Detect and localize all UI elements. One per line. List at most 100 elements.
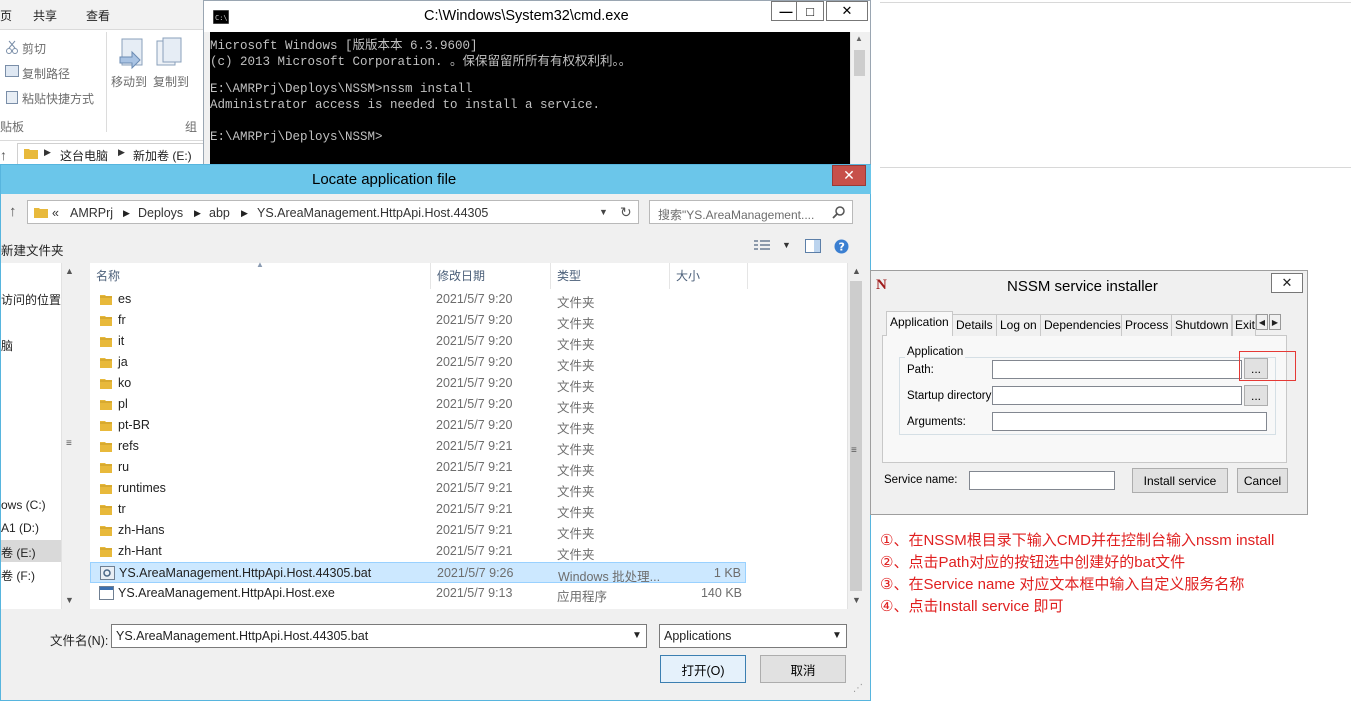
breadcrumb-item[interactable]: YS.AreaManagement.HttpApi.Host.44305 (257, 206, 488, 220)
install-service-button[interactable]: Install service (1132, 468, 1228, 493)
nssm-close-button[interactable]: ✕ (1271, 273, 1303, 293)
refresh-icon[interactable]: ↻ (620, 204, 632, 221)
up-arrow-icon[interactable]: ↑ (0, 147, 7, 163)
close-icon: ✕ (1281, 275, 1293, 290)
close-button[interactable]: ✕ (826, 1, 868, 21)
ribbon-tab-share[interactable]: 共享 (33, 7, 57, 24)
chevron-down-icon[interactable]: ▼ (782, 240, 791, 250)
startup-directory-input[interactable] (992, 386, 1242, 405)
tab-scroll-left-icon[interactable]: ◀ (1256, 314, 1268, 330)
file-row[interactable]: ja 2021/5/7 9:20 文件夹 (90, 352, 746, 373)
nav-item[interactable]: 卷 (F:) (1, 567, 35, 584)
breadcrumb-item[interactable]: Deploys (138, 206, 183, 220)
copy-path-command[interactable]: 复制路径 (22, 65, 70, 82)
file-date: 2021/5/7 9:20 (436, 355, 513, 369)
file-row[interactable]: ru 2021/5/7 9:21 文件夹 (90, 457, 746, 478)
nssm-cancel-button[interactable]: Cancel (1237, 468, 1288, 493)
breadcrumb-item[interactable]: abp (209, 206, 230, 220)
cut-command[interactable]: 剪切 (22, 40, 46, 57)
scroll-grip-icon[interactable]: ≡ (66, 438, 72, 449)
nav-scrollbar[interactable]: ▲ ≡ ▼ (61, 263, 76, 609)
open-button[interactable]: 打开(O) (660, 655, 746, 683)
nav-item-selected[interactable]: 卷 (E:) (1, 540, 61, 562)
file-row[interactable]: runtimes 2021/5/7 9:21 文件夹 (90, 478, 746, 499)
breadcrumb-this-pc[interactable]: 这台电脑 (60, 147, 108, 164)
file-row[interactable]: it 2021/5/7 9:20 文件夹 (90, 331, 746, 352)
breadcrumb-item[interactable]: AMRPrj (70, 206, 113, 220)
new-folder-button[interactable]: 新建文件夹 (1, 240, 64, 259)
ribbon-tab-home[interactable]: 页 (0, 7, 12, 24)
scroll-thumb[interactable] (850, 281, 862, 591)
arguments-input[interactable] (992, 412, 1267, 431)
cmd-scrollbar[interactable]: ▲ (850, 32, 868, 171)
ribbon-tab-view[interactable]: 查看 (86, 7, 110, 24)
paste-shortcut-command[interactable]: 粘贴快捷方式 (22, 90, 94, 107)
console-output[interactable]: Microsoft Windows [版版本本 6.3.9600] (c) 20… (210, 32, 850, 171)
scroll-up-icon[interactable]: ▲ (855, 34, 863, 43)
maximize-button[interactable]: □ (796, 1, 824, 21)
scroll-down-icon[interactable]: ▼ (852, 595, 861, 605)
up-arrow-icon[interactable]: ↑ (9, 203, 17, 220)
dialog-close-button[interactable]: ✕ (832, 165, 866, 186)
file-row[interactable]: pl 2021/5/7 9:20 文件夹 (90, 394, 746, 415)
tab-details[interactable]: Details (952, 314, 997, 336)
column-header-date[interactable]: 修改日期 (431, 263, 551, 289)
tab-scroll-right-icon[interactable]: ▶ (1269, 314, 1281, 330)
path-input[interactable] (992, 360, 1242, 379)
file-row[interactable]: YS.AreaManagement.HttpApi.Host.exe 2021/5… (90, 583, 746, 604)
file-row[interactable]: fr 2021/5/7 9:20 文件夹 (90, 310, 746, 331)
column-header-name[interactable]: 名称 (90, 263, 431, 289)
file-row[interactable]: pt-BR 2021/5/7 9:20 文件夹 (90, 415, 746, 436)
preview-pane-icon[interactable] (805, 239, 821, 253)
copy-to-command[interactable]: 复制到 (153, 73, 189, 90)
address-bar[interactable]: « AMRPrj ▶ Deploys ▶ abp ▶ YS.AreaManage… (27, 200, 639, 224)
chevron-down-icon[interactable]: ▼ (632, 630, 642, 641)
file-row[interactable]: YS.AreaManagement.HttpApi.Host.44305.bat… (90, 562, 746, 584)
scroll-up-icon[interactable]: ▲ (852, 266, 861, 276)
view-options-icon[interactable] (754, 240, 770, 252)
service-name-input[interactable] (969, 471, 1115, 490)
filename-input[interactable]: YS.AreaManagement.HttpApi.Host.44305.bat… (111, 624, 647, 648)
nav-item[interactable]: A1 (D:) (1, 521, 39, 535)
move-to-command[interactable]: 移动到 (111, 73, 147, 90)
file-type: 文件夹 (557, 401, 595, 415)
file-row[interactable]: ko 2021/5/7 9:20 文件夹 (90, 373, 746, 394)
file-row[interactable]: zh-Hant 2021/5/7 9:21 文件夹 (90, 541, 746, 562)
file-date: 2021/5/7 9:13 (436, 586, 513, 600)
chevron-down-icon[interactable]: ▼ (832, 630, 842, 641)
startup-browse-button[interactable]: ... (1244, 385, 1268, 406)
file-row[interactable]: es 2021/5/7 9:20 文件夹 (90, 289, 746, 310)
tab-application[interactable]: Application (886, 311, 953, 336)
file-list-scrollbar[interactable]: ▲ ≡ ▼ (847, 263, 864, 609)
chevron-down-icon[interactable]: ▼ (599, 207, 608, 217)
tab-log-on[interactable]: Log on (996, 314, 1041, 336)
help-icon[interactable]: ? (834, 239, 849, 254)
column-header-type[interactable]: 类型 (551, 263, 670, 289)
tab-dependencies[interactable]: Dependencies (1040, 314, 1125, 336)
file-row[interactable]: zh-Hans 2021/5/7 9:21 文件夹 (90, 520, 746, 541)
scroll-thumb[interactable] (854, 50, 865, 76)
file-type-select[interactable]: Applications ▼ (659, 624, 847, 648)
dialog-title-bar[interactable]: Locate application file (1, 165, 871, 194)
tab-exit[interactable]: Exit (1232, 314, 1256, 336)
filename-value: YS.AreaManagement.HttpApi.Host.44305.bat (116, 629, 369, 643)
resize-grip-icon[interactable]: ⋰ (853, 683, 863, 694)
search-input[interactable]: 搜索"YS.AreaManagement.... (649, 200, 853, 224)
file-row[interactable]: tr 2021/5/7 9:21 文件夹 (90, 499, 746, 520)
file-row[interactable]: refs 2021/5/7 9:21 文件夹 (90, 436, 746, 457)
scroll-down-icon[interactable]: ▼ (65, 595, 74, 605)
scroll-up-icon[interactable]: ▲ (65, 266, 74, 276)
breadcrumb-overflow[interactable]: « (52, 206, 59, 220)
search-icon[interactable] (832, 205, 846, 219)
column-header-size[interactable]: 大小 (670, 263, 748, 289)
cmd-title-bar[interactable]: C:\ C:\Windows\System32\cmd.exe — □ ✕ (204, 1, 870, 32)
cancel-button[interactable]: 取消 (760, 655, 846, 683)
tab-shutdown[interactable]: Shutdown (1171, 314, 1233, 336)
file-list[interactable]: ▲ 名称 修改日期 类型 大小 es 2021/5/7 9:20 文件夹 fr 2021… (90, 260, 864, 609)
nav-item[interactable]: ows (C:) (1, 498, 46, 512)
nav-item[interactable]: 访问的位置 (1, 291, 61, 308)
nav-item[interactable]: 脑 (1, 337, 13, 354)
tab-process[interactable]: Process (1121, 314, 1173, 336)
breadcrumb-drive-e[interactable]: 新加卷 (E:) (133, 147, 192, 164)
breadcrumb-separator-icon: ▶ (44, 147, 51, 157)
